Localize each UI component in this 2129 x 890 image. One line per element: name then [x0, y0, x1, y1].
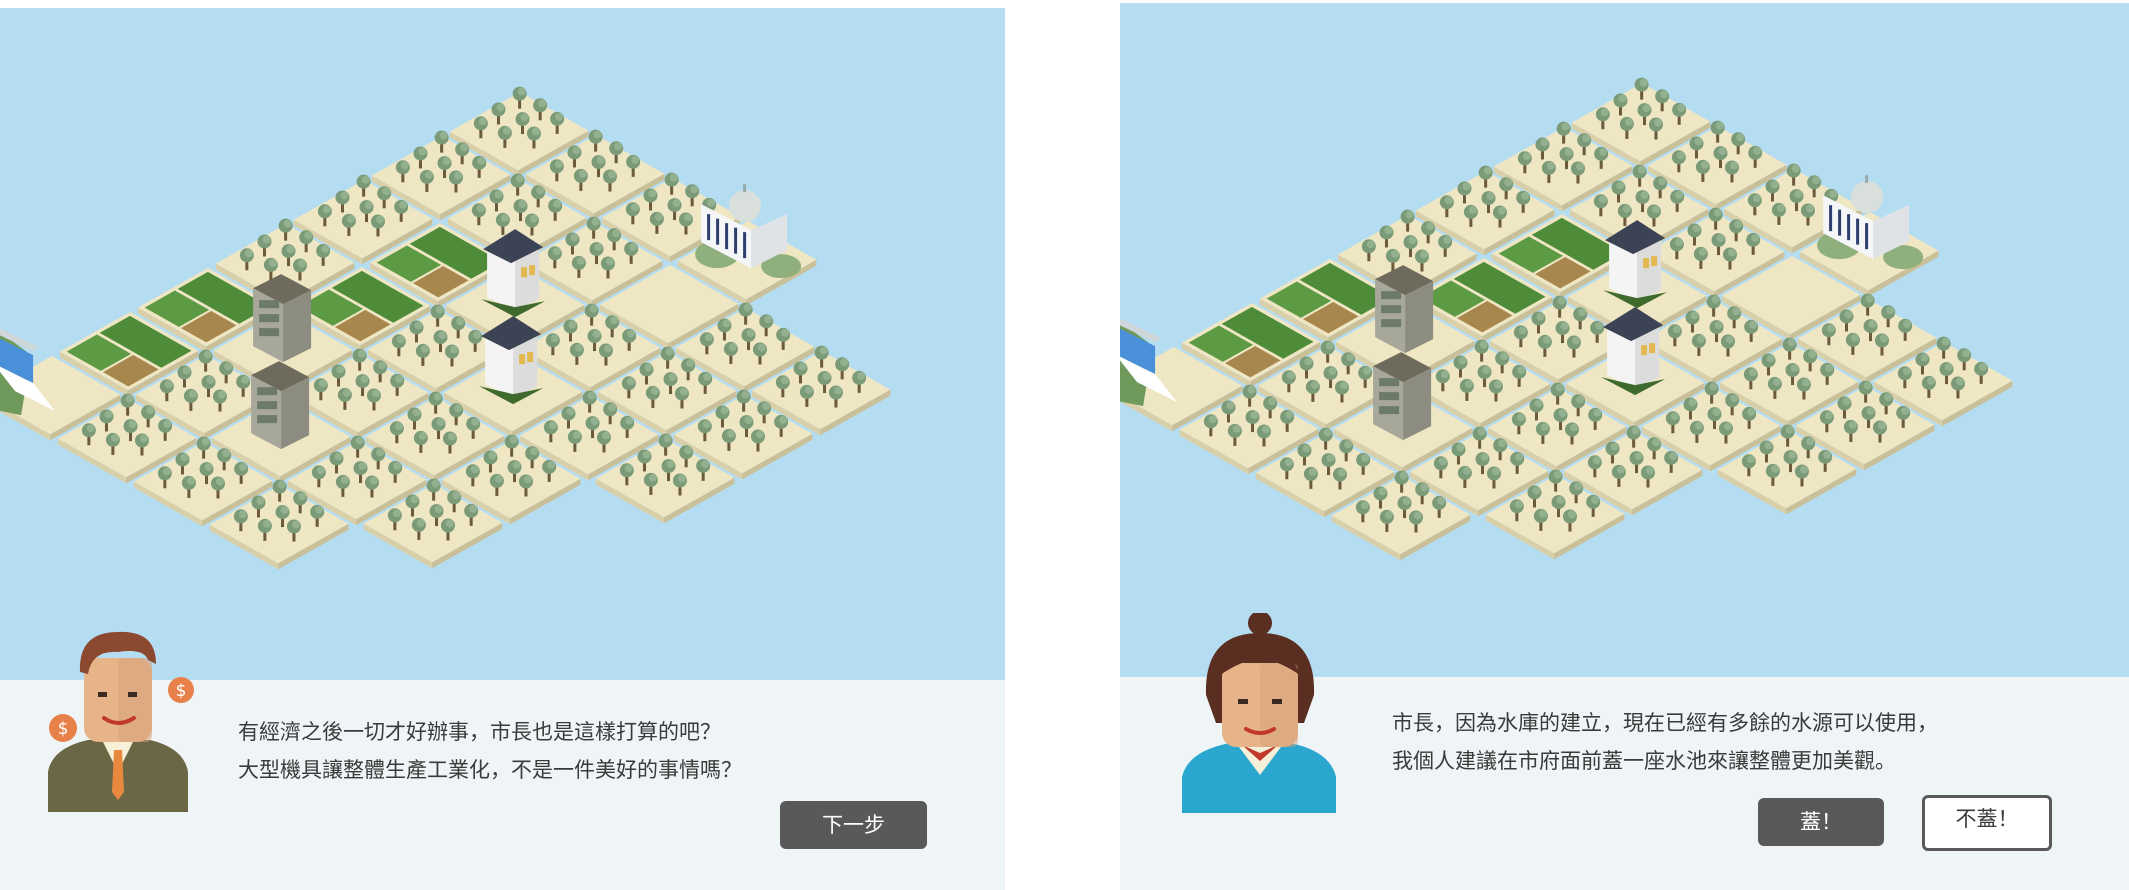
- dialog-line-1: 有經濟之後一切才好辦事，市長也是這樣打算的吧？: [238, 720, 721, 744]
- avatar-woman: [1182, 611, 1336, 813]
- dialog-line-2: 大型機具讓整體生產工業化，不是一件美好的事情嗎？: [238, 758, 742, 782]
- isometric-city-map: [0, 86, 891, 570]
- dollar-coin-icon: $: [49, 714, 77, 742]
- woman-portrait: [1180, 611, 1340, 813]
- avatar-businessman: $ $ $: [48, 631, 194, 812]
- dialog-text: 市長，因為水庫的建立，現在已經有多餘的水源可以使用， 我個人建議在市府面前蓋一座…: [1392, 704, 1938, 780]
- dialog-text: 有經濟之後一切才好辦事，市長也是這樣打算的吧？ 大型機具讓整體生產工業化，不是一…: [238, 713, 742, 789]
- city-map: [0, 8, 1005, 680]
- build-button[interactable]: 蓋！: [1758, 798, 1884, 846]
- factory-icon[interactable]: [1375, 265, 1434, 354]
- dollar-coin-icon: $: [168, 677, 194, 703]
- decline-button[interactable]: 不蓋！: [1922, 795, 2052, 851]
- businessman-portrait: $ $ $: [44, 622, 194, 812]
- dialog-box: $ $ $ 有經濟之後一切: [0, 631, 1005, 890]
- svg-text:$: $: [176, 681, 187, 701]
- next-button[interactable]: 下一步: [780, 801, 927, 849]
- svg-text:$: $: [58, 719, 69, 739]
- factory-icon[interactable]: [251, 361, 310, 450]
- dialog-line-2: 我個人建議在市府面前蓋一座水池來讓整體更加美觀。: [1392, 749, 1896, 773]
- dialog-line-1: 市長，因為水庫的建立，現在已經有多餘的水源可以使用，: [1392, 711, 1938, 735]
- scene-panel-left: $ $ $ 有經濟之後一切: [0, 0, 1005, 890]
- dialog-box: 市長，因為水庫的建立，現在已經有多餘的水源可以使用， 我個人建議在市府面前蓋一座…: [1120, 611, 2129, 890]
- factory-icon[interactable]: [253, 274, 312, 363]
- factory-icon[interactable]: [1373, 352, 1432, 441]
- isometric-city-map: [1120, 77, 2013, 561]
- city-map: [1120, 3, 2129, 677]
- scene-panel-right: 市長，因為水庫的建立，現在已經有多餘的水源可以使用， 我個人建議在市府面前蓋一座…: [1120, 0, 2129, 890]
